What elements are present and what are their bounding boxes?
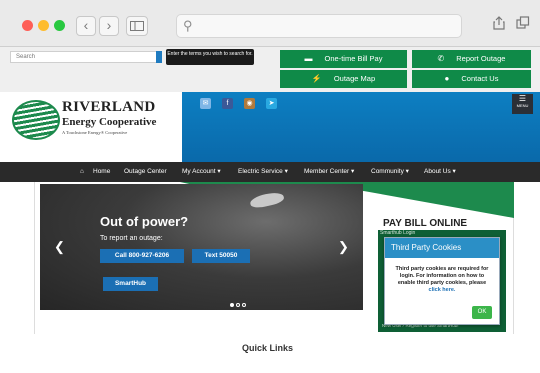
- report-outage-button[interactable]: ✆ Report Outage: [412, 50, 531, 68]
- tabs-icon: [516, 16, 530, 29]
- mail-icon[interactable]: ✉: [200, 98, 211, 109]
- forward-button[interactable]: ›: [99, 16, 119, 36]
- credit-card-icon: ▬: [304, 54, 313, 63]
- streetlight-image: [249, 190, 285, 210]
- logo-icon: [12, 100, 60, 140]
- search-icon: ⚲: [183, 18, 193, 33]
- quick-links-heading: Quick Links: [242, 343, 294, 353]
- nav-item-electric-service[interactable]: Electric Service ▾: [238, 162, 288, 182]
- dialog-body: Third party cookies are required for log…: [385, 258, 499, 294]
- search-placeholder: Search: [16, 54, 36, 60]
- instagram-icon[interactable]: ◉: [244, 98, 255, 109]
- smarthub-button[interactable]: SmartHub: [103, 277, 158, 291]
- third-party-cookies-dialog: Third Party Cookies Third party cookies …: [384, 237, 500, 325]
- close-window-button[interactable]: [22, 20, 33, 31]
- slider-prev-arrow[interactable]: ❮: [54, 239, 65, 255]
- chevron-right-icon: ›: [106, 17, 112, 33]
- bill-pay-button[interactable]: ▬ One-time Bill Pay: [280, 50, 407, 68]
- logo-subtitle: Energy Cooperative: [62, 116, 157, 128]
- smarthub-login-label: Smarthub Login: [380, 230, 416, 236]
- browser-toolbar: ‹ › ⚲: [0, 0, 540, 47]
- bolt-icon: ⚡: [311, 74, 322, 83]
- slider-pagination: [230, 294, 248, 312]
- nav-item-member-center[interactable]: Member Center ▾: [304, 162, 354, 182]
- hero-slider: Out of power? To report an outage: Call …: [40, 184, 363, 310]
- home-icon[interactable]: ⌂: [80, 162, 84, 182]
- report-outage-label: Report Outage: [456, 54, 506, 63]
- search-submit-button[interactable]: [156, 51, 162, 63]
- slider-dot[interactable]: [230, 303, 234, 307]
- sidebar-icon: [130, 21, 144, 31]
- back-button[interactable]: ‹: [76, 16, 96, 36]
- contact-us-button[interactable]: ● Contact Us: [412, 70, 531, 88]
- outage-map-button[interactable]: ⚡ Outage Map: [280, 70, 407, 88]
- dialog-title: Third Party Cookies: [385, 238, 499, 258]
- hamburger-icon: ☰: [518, 94, 527, 103]
- sidebar-toggle-button[interactable]: [126, 16, 148, 36]
- dialog-message: Third party cookies are required for log…: [395, 266, 489, 286]
- share-icon: [493, 16, 505, 30]
- click-here-link[interactable]: click here.: [429, 287, 456, 293]
- slide-subtitle: To report an outage:: [100, 235, 163, 242]
- pay-bill-heading: PAY BILL ONLINE: [383, 218, 468, 229]
- chat-icon: ●: [444, 74, 450, 83]
- logo-tagline: A Touchstone Energy® Cooperative: [62, 130, 128, 135]
- bill-pay-label: One-time Bill Pay: [324, 54, 383, 63]
- share-button[interactable]: [490, 16, 508, 36]
- slider-dot[interactable]: [236, 303, 240, 307]
- outage-map-label: Outage Map: [333, 74, 376, 83]
- slide-title: Out of power?: [100, 214, 189, 229]
- call-button[interactable]: Call 800-927-6206: [100, 249, 184, 263]
- phone-icon: ✆: [437, 54, 445, 63]
- text-button[interactable]: Text 50050: [192, 249, 250, 263]
- menu-label: MENU: [516, 103, 529, 108]
- search-tooltip: Enter the terms you wish to search for.: [166, 49, 254, 65]
- nav-item-outage-center[interactable]: Outage Center: [124, 162, 167, 182]
- ok-button[interactable]: OK: [472, 306, 492, 319]
- utility-bar: Search Enter the terms you wish to searc…: [0, 47, 540, 92]
- facebook-icon[interactable]: f: [222, 98, 233, 109]
- slider-next-arrow[interactable]: ❯: [338, 239, 349, 255]
- nav-item-about-us[interactable]: About Us ▾: [424, 162, 456, 182]
- minimize-window-button[interactable]: [38, 20, 49, 31]
- twitter-icon[interactable]: ➤: [266, 98, 277, 109]
- nav-item-my-account[interactable]: My Account ▾: [182, 162, 221, 182]
- tabs-overview-button[interactable]: [514, 16, 532, 36]
- logo-link[interactable]: RIVERLAND Energy Cooperative A Touchston…: [0, 92, 182, 162]
- menu-button[interactable]: ☰ MENU: [512, 94, 533, 114]
- slider-dot[interactable]: [242, 303, 246, 307]
- chevron-left-icon: ‹: [83, 17, 89, 33]
- nav-item-community[interactable]: Community ▾: [371, 162, 409, 182]
- logo-title: RIVERLAND: [62, 99, 156, 115]
- maximize-window-button[interactable]: [54, 20, 65, 31]
- webpage: Search Enter the terms you wish to searc…: [0, 47, 540, 373]
- site-header: RIVERLAND Energy Cooperative A Touchston…: [0, 92, 540, 162]
- nav-item-home[interactable]: Home: [93, 162, 110, 182]
- main-navigation: ⌂ Home Outage Center My Account ▾ Electr…: [0, 162, 540, 182]
- site-search-input[interactable]: Search: [10, 51, 158, 63]
- contact-us-label: Contact Us: [461, 74, 499, 83]
- address-bar[interactable]: ⚲: [176, 14, 462, 38]
- header-banner: ✉ f ◉ ➤: [182, 92, 540, 162]
